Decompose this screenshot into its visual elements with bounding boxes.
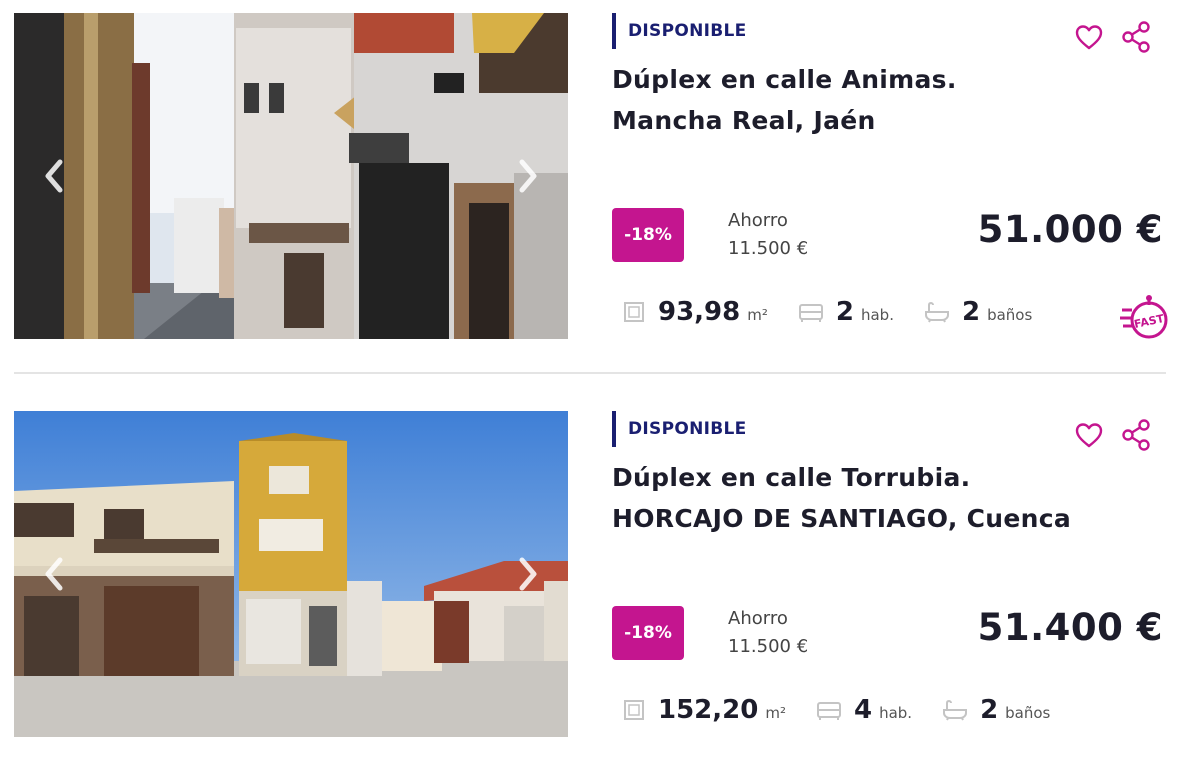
area-unit: m²	[747, 306, 768, 324]
title-line-2: HORCAJO DE SANTIAGO, Cuenca	[612, 504, 1072, 533]
rooms-unit: hab.	[879, 704, 913, 722]
area-icon	[624, 700, 644, 720]
listing-photo[interactable]	[14, 411, 568, 737]
bathtub-icon	[943, 699, 968, 721]
title-line-1: Dúplex en calle Torrubia.	[612, 463, 971, 492]
area-feature: 152,20 m²	[622, 695, 786, 725]
listing-title[interactable]: Dúplex en calle Animas. Mancha Real, Jaé…	[612, 59, 1172, 141]
baths-unit: baños	[1005, 704, 1051, 722]
area-feature: 93,98 m²	[622, 297, 768, 327]
bathtub-icon	[924, 301, 949, 323]
area-value: 93,98	[658, 297, 741, 327]
baths-value: 2	[980, 695, 999, 725]
bed-icon	[816, 702, 841, 720]
area-value: 152,20	[658, 695, 759, 725]
listing-divider	[14, 372, 1166, 374]
baths-feature: 2 baños	[942, 695, 1050, 725]
baths-value: 2	[961, 297, 981, 327]
rooms-unit: hab.	[860, 306, 894, 324]
fast-sale-logo: FAST	[1120, 295, 1168, 339]
chevron-right-icon[interactable]	[514, 156, 542, 196]
area-icon	[624, 302, 644, 322]
rooms-value: 2	[835, 297, 854, 327]
title-line-1: Dúplex en calle Animas.	[612, 65, 957, 94]
listing-card[interactable]: DISPONIBLE Dúplex en calle Animas. Manch…	[0, 0, 1200, 340]
features-row: 152,20 m² 4 hab. 2 baños	[622, 690, 1080, 730]
price: 51.400 €	[977, 606, 1163, 649]
status-badge: DISPONIBLE	[612, 13, 747, 49]
status-badge: DISPONIBLE	[612, 411, 747, 447]
rooms-feature: 2 hab.	[798, 297, 894, 327]
chevron-left-icon[interactable]	[40, 554, 68, 594]
bed-icon	[798, 304, 823, 322]
share-icon[interactable]	[1120, 20, 1152, 54]
savings-label: Ahorro	[728, 210, 788, 231]
savings-value: 11.500 €	[728, 238, 809, 259]
street-photo	[14, 13, 568, 339]
fast-logo-text: FAST	[1133, 312, 1166, 331]
baths-unit: baños	[987, 306, 1033, 324]
listing-title[interactable]: Dúplex en calle Torrubia. HORCAJO DE SAN…	[612, 457, 1172, 539]
heart-icon[interactable]	[1074, 420, 1104, 450]
discount-badge: -18%	[612, 606, 684, 660]
heart-icon[interactable]	[1074, 22, 1104, 52]
features-row: 93,98 m² 2 hab. 2 baños	[622, 292, 1062, 332]
chevron-left-icon[interactable]	[40, 156, 68, 196]
chevron-right-icon[interactable]	[514, 554, 542, 594]
savings-value: 11.500 €	[728, 636, 809, 657]
discount-badge: -18%	[612, 208, 684, 262]
area-unit: m²	[765, 704, 786, 722]
rooms-feature: 4 hab.	[816, 695, 912, 725]
house-photo	[14, 411, 568, 737]
baths-feature: 2 baños	[924, 297, 1032, 327]
title-line-2: Mancha Real, Jaén	[612, 106, 876, 135]
share-icon[interactable]	[1120, 418, 1152, 452]
rooms-value: 4	[853, 695, 873, 725]
savings-label: Ahorro	[728, 608, 788, 629]
listing-card[interactable]: DISPONIBLE Dúplex en calle Torrubia. HOR…	[0, 398, 1200, 738]
price: 51.000 €	[977, 208, 1163, 251]
listing-photo[interactable]	[14, 13, 568, 339]
